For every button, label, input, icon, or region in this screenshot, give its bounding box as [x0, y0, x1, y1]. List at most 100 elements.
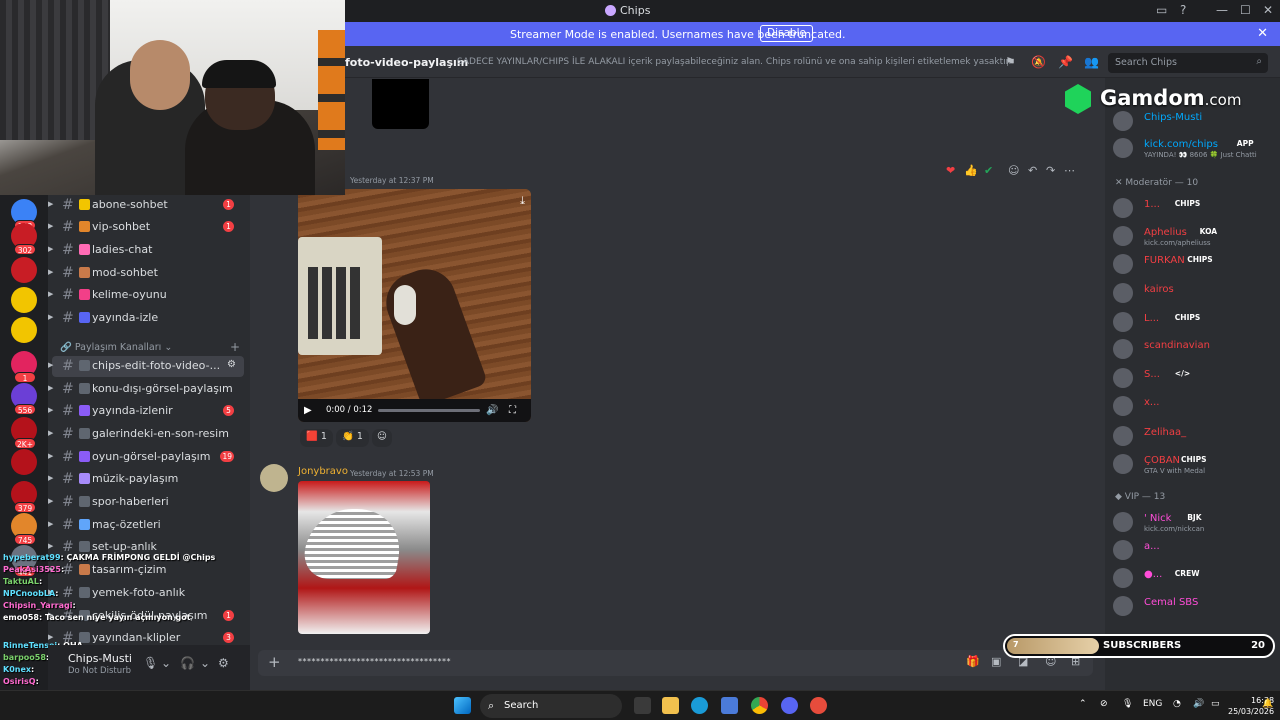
- message-composer[interactable]: + ********************************** 🎁 ▣…: [258, 650, 1093, 676]
- add-reaction-icon[interactable]: ☺: [372, 429, 392, 447]
- member-item[interactable]: kick.com/chips APP YAYINDA! 👀 8606 🍀 Just …: [1113, 136, 1278, 160]
- member-item[interactable]: S... </>: [1113, 366, 1278, 390]
- network-icon[interactable]: ⊘: [1100, 699, 1108, 709]
- add-reaction-icon[interactable]: ☺: [1008, 164, 1019, 177]
- play-icon[interactable]: ▶: [304, 405, 312, 416]
- battery-icon[interactable]: ▭: [1211, 699, 1220, 709]
- heart-reaction-icon[interactable]: ❤: [946, 164, 955, 177]
- channel-item[interactable]: ▶ # yayında-izlenir 5: [48, 401, 244, 422]
- mute-bell-icon[interactable]: 🔕: [1031, 55, 1046, 69]
- headphones-icon[interactable]: 🎧: [180, 656, 195, 670]
- member-list-icon[interactable]: 👥: [1084, 55, 1099, 69]
- server-icon[interactable]: [11, 449, 37, 475]
- member-item[interactable]: Cemal SBS: [1113, 594, 1278, 618]
- channel-item[interactable]: ▶ # kelime-oyunu: [48, 285, 244, 306]
- channel-item[interactable]: ▶ # spor-haberleri: [48, 492, 244, 513]
- help-icon[interactable]: ?: [1180, 3, 1186, 17]
- server-icon[interactable]: [11, 317, 37, 343]
- task-view-icon[interactable]: [634, 697, 651, 714]
- member-item[interactable]: a...: [1113, 538, 1278, 562]
- tray-chevron-up-icon[interactable]: ⌃: [1079, 699, 1087, 709]
- member-item[interactable]: L... CHIPS: [1113, 310, 1278, 334]
- taskbar-search[interactable]: ⌕ Search: [480, 694, 622, 718]
- inbox-icon[interactable]: ▭: [1156, 3, 1167, 17]
- message-author[interactable]: Jonybravo: [298, 466, 348, 477]
- volume-icon[interactable]: 🔊: [1193, 699, 1204, 709]
- volume-icon[interactable]: 🔊: [486, 405, 498, 416]
- server-icon[interactable]: 2K+: [11, 417, 37, 449]
- channel-topic[interactable]: SADECE YAYINLAR/CHIPS İLE ALAKALI içerik…: [457, 57, 1011, 67]
- search-input[interactable]: Search Chips ⌕: [1108, 53, 1268, 73]
- member-item[interactable]: ÇOBAN CHIPS GTA V with Medal: [1113, 452, 1278, 476]
- add-channel-icon[interactable]: +: [230, 340, 240, 354]
- reaction-chip[interactable]: 👏 1: [336, 429, 369, 447]
- channel-item[interactable]: ▶ # konu-dışı-görsel-paylaşım: [48, 379, 244, 400]
- close-button[interactable]: ✕: [1263, 3, 1273, 17]
- channel-item[interactable]: ▶ # ladies-chat: [48, 240, 244, 261]
- member-item[interactable]: ' Nick BJK kick.com/nickcan: [1113, 510, 1278, 534]
- category-header[interactable]: 🔗 Paylaşım Kanalları ⌄ +: [60, 340, 240, 354]
- channel-item[interactable]: ▶ # abone-sohbet 1: [48, 195, 244, 216]
- server-icon[interactable]: 302: [11, 223, 37, 255]
- reaction-chip[interactable]: 🟥 1: [300, 429, 333, 447]
- image-attachment[interactable]: [298, 481, 430, 634]
- server-icon[interactable]: [11, 287, 37, 313]
- forward-icon[interactable]: ↷: [1046, 164, 1055, 177]
- close-banner-icon[interactable]: ✕: [1257, 26, 1268, 41]
- pin-icon[interactable]: 📌: [1058, 55, 1073, 69]
- channel-item[interactable]: ▶ # müzik-paylaşım: [48, 469, 244, 490]
- chevron-down-icon[interactable]: ⌄: [200, 656, 210, 670]
- discord-icon[interactable]: [781, 697, 798, 714]
- previous-attachment[interactable]: [372, 79, 429, 129]
- server-icon[interactable]: 148: [11, 199, 37, 231]
- reply-icon[interactable]: ↶: [1028, 164, 1037, 177]
- wifi-icon[interactable]: ◔: [1173, 699, 1181, 709]
- server-icon[interactable]: [11, 257, 37, 283]
- member-item[interactable]: FURKAN CHIPS: [1113, 252, 1278, 276]
- channel-item[interactable]: ▶ # yayında-izle: [48, 308, 244, 329]
- maximize-button[interactable]: ☐: [1240, 3, 1251, 17]
- member-item[interactable]: scandinavian: [1113, 337, 1278, 361]
- edge-icon[interactable]: [691, 697, 708, 714]
- server-icon[interactable]: 745: [11, 513, 37, 545]
- gif-icon[interactable]: ▣: [991, 655, 1001, 668]
- file-explorer-icon[interactable]: [662, 697, 679, 714]
- disable-streamer-mode-button[interactable]: Disable: [760, 25, 813, 42]
- notification-icon[interactable]: 🔔: [1262, 699, 1273, 709]
- minimize-button[interactable]: —: [1216, 3, 1228, 17]
- channel-item[interactable]: ▶ # vip-sohbet 1: [48, 217, 244, 238]
- start-icon[interactable]: [454, 697, 471, 714]
- attach-plus-icon[interactable]: +: [268, 653, 281, 671]
- fullscreen-icon[interactable]: ⛶: [509, 405, 516, 416]
- member-item[interactable]: Zelihaa_: [1113, 424, 1278, 448]
- user-name[interactable]: Chips-Musti: [68, 652, 132, 665]
- channel-item[interactable]: ▶ # maç-özetleri: [48, 515, 244, 536]
- server-icon[interactable]: 1: [11, 351, 37, 383]
- check-reaction-icon[interactable]: ✔: [984, 164, 993, 177]
- chevron-down-icon[interactable]: ⌄: [161, 656, 171, 670]
- download-icon[interactable]: ⤓: [520, 194, 525, 208]
- channel-item[interactable]: ▶ # chips-edit-foto-video-... ⚙: [48, 356, 244, 377]
- channel-item[interactable]: ▶ # mod-sohbet: [48, 263, 244, 284]
- thumbs-up-reaction-icon[interactable]: 👍: [964, 164, 978, 177]
- threads-icon[interactable]: ⚑: [1005, 55, 1016, 69]
- settings-gear-icon[interactable]: ⚙: [218, 656, 229, 670]
- server-icon[interactable]: 379: [11, 481, 37, 513]
- store-icon[interactable]: [721, 697, 738, 714]
- avatar[interactable]: [260, 464, 288, 492]
- more-options-icon[interactable]: ⋯: [1064, 164, 1075, 177]
- channel-item[interactable]: ▶ # galerindeki-en-son-resim: [48, 424, 244, 445]
- microphone-icon[interactable]: 🎙: [143, 656, 158, 670]
- microphone-icon[interactable]: 🎙: [1122, 699, 1133, 709]
- member-item[interactable]: x...: [1113, 394, 1278, 418]
- member-item[interactable]: 1... CHIPS: [1113, 196, 1278, 220]
- server-icon[interactable]: 556: [11, 383, 37, 415]
- channel-item[interactable]: ▶ # oyun-görsel-paylaşım 19: [48, 447, 244, 468]
- member-item[interactable]: Aphelius KOA kick.com/apheliuss: [1113, 224, 1278, 248]
- chrome-icon[interactable]: [751, 697, 768, 714]
- app-icon[interactable]: [810, 697, 827, 714]
- video-attachment[interactable]: ⤓ ▶ 0:00 / 0:12 🔊 ⛶: [298, 189, 531, 422]
- member-item[interactable]: ●... CREW: [1113, 566, 1278, 590]
- video-progress-bar[interactable]: [378, 409, 480, 412]
- language-indicator[interactable]: ENG: [1143, 699, 1162, 709]
